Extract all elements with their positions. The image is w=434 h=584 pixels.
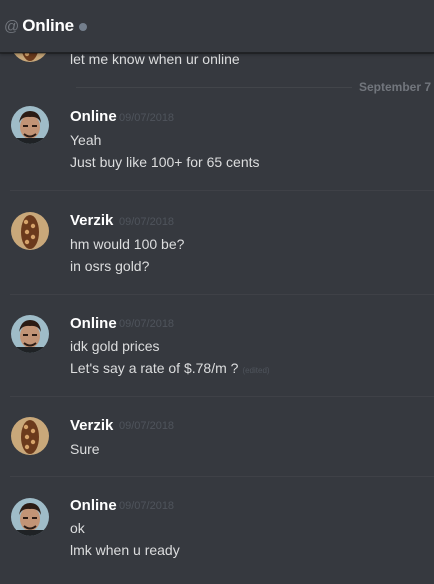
timestamp: 09/07/2018 — [119, 420, 175, 432]
online-avatar[interactable] — [11, 106, 49, 144]
message-text: let me know when ur online — [70, 51, 240, 67]
message-text: Yeah — [70, 132, 102, 148]
divider-line — [76, 87, 352, 88]
edited-label: (edited) — [242, 366, 270, 375]
author-name[interactable]: Online — [70, 108, 117, 125]
date-divider: September 7 — [76, 80, 434, 94]
message-text: lmk when u ready — [70, 542, 180, 558]
message-text-content: Let's say a rate of $.78/m ? — [70, 360, 239, 376]
date-divider-label: September 7 — [359, 80, 432, 94]
message-text: Let's say a rate of $.78/m ? (edited) — [70, 360, 270, 376]
message-text: idk gold prices — [70, 338, 160, 354]
group-separator — [10, 190, 434, 191]
group-separator — [10, 476, 434, 477]
message-group: Online 09/07/2018 idk gold prices Let's … — [0, 310, 434, 398]
author-name[interactable]: Online — [70, 497, 117, 514]
author-name[interactable]: Verzik — [70, 417, 113, 434]
timestamp: 09/07/2018 — [119, 318, 175, 330]
message-text: Just buy like 100+ for 65 cents — [70, 154, 260, 170]
message-text: Sure — [70, 441, 100, 457]
message-group: Verzik 09/07/2018 hm would 100 be? in os… — [0, 206, 434, 296]
timestamp: 09/07/2018 — [119, 500, 175, 512]
message-text: ok — [70, 520, 85, 536]
message-text: hm would 100 be? — [70, 236, 185, 252]
status-dot-icon — [78, 22, 87, 31]
verzik-avatar[interactable] — [11, 212, 49, 250]
message-text: in osrs gold? — [70, 258, 150, 274]
message-group: Online 09/07/2018 Yeah Just buy like 100… — [0, 100, 434, 191]
author-name[interactable]: Verzik — [70, 212, 113, 229]
group-separator — [10, 294, 434, 295]
timestamp: 09/07/2018 — [119, 216, 175, 228]
timestamp: 09/07/2018 — [119, 112, 175, 124]
dm-chat-window: let me know when ur online @ Online Sept… — [0, 0, 434, 584]
at-icon: @ — [4, 17, 20, 35]
message-group: Online 09/07/2018 ok lmk when u ready — [0, 494, 434, 584]
message-group: Verzik 09/07/2018 Sure — [0, 412, 434, 478]
author-name[interactable]: Online — [70, 315, 117, 332]
online-avatar[interactable] — [11, 498, 49, 536]
channel-header: @ Online — [0, 0, 434, 53]
online-avatar[interactable] — [11, 315, 49, 353]
channel-title[interactable]: Online — [22, 16, 74, 36]
group-separator — [10, 396, 434, 397]
verzik-avatar[interactable] — [11, 417, 49, 455]
